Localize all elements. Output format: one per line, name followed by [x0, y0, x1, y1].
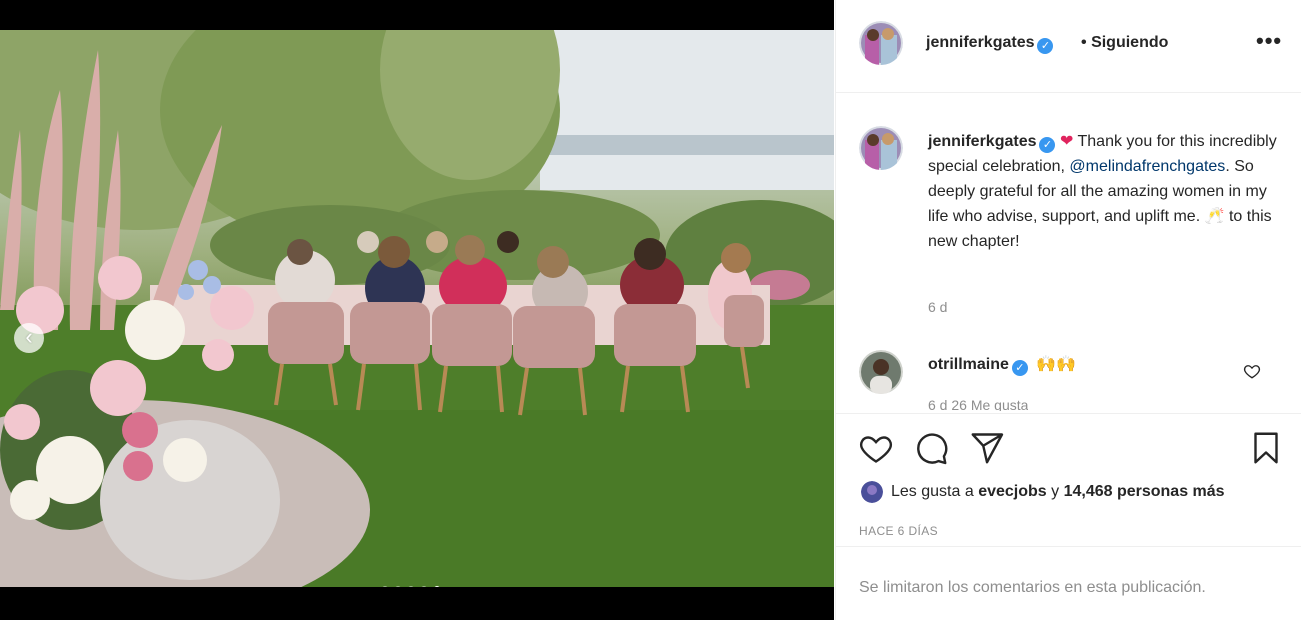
- post-panel: jenniferkgates ✓ • Siguiendo ••• jennifer…: [835, 0, 1301, 620]
- photo-scene: [0, 30, 834, 587]
- comment-heart-icon[interactable]: [1243, 362, 1261, 380]
- carousel-dot: [382, 586, 388, 587]
- carousel-prev-button[interactable]: ‹: [14, 323, 44, 353]
- following-button[interactable]: Siguiendo: [1091, 34, 1168, 51]
- avatar-image: [859, 126, 903, 170]
- caption-username[interactable]: jenniferkgates: [928, 133, 1036, 150]
- verified-badge-icon: ✓: [1039, 137, 1056, 153]
- post-photo[interactable]: ‹: [0, 30, 834, 587]
- carousel-dot-active: [434, 586, 440, 587]
- commenter-username[interactable]: otrillmaine: [928, 356, 1009, 373]
- comments-limited-notice: Se limitaron los comentarios en esta pub…: [859, 579, 1206, 596]
- follow-separator: •: [1081, 34, 1087, 51]
- likes-prefix: Les gusta a: [891, 483, 974, 500]
- carousel-dot: [421, 586, 427, 587]
- chevron-left-icon: ‹: [25, 324, 33, 349]
- commenter-avatar[interactable]: [859, 350, 903, 394]
- avatar-image: [859, 350, 903, 394]
- liker-avatar[interactable]: [861, 481, 883, 503]
- verified-badge-icon: ✓: [1037, 38, 1054, 54]
- author-avatar[interactable]: [859, 21, 903, 65]
- carousel-dot: [408, 586, 414, 587]
- caption-text: jenniferkgates ✓ ❤ Thank you for this inc…: [928, 129, 1278, 254]
- post-media: ‹: [0, 0, 834, 620]
- bookmark-icon[interactable]: [1248, 430, 1284, 466]
- comment-icon[interactable]: [913, 430, 949, 466]
- post-header: jenniferkgates ✓ • Siguiendo •••: [836, 0, 1301, 93]
- carousel-indicator: [382, 586, 440, 587]
- caption-author-avatar[interactable]: [859, 126, 903, 170]
- comments-section: jenniferkgates ✓ ❤ Thank you for this inc…: [836, 92, 1301, 412]
- heart-emoji: ❤: [1059, 133, 1074, 150]
- avatar-image: [861, 481, 883, 503]
- author-username[interactable]: jenniferkgates ✓: [926, 34, 1054, 54]
- action-bar: Les gusta a evecjobs y 14,468 personas m…: [836, 413, 1301, 547]
- liker-username[interactable]: evecjobs: [978, 483, 1046, 501]
- likes-count[interactable]: 14,468 personas más: [1064, 483, 1225, 501]
- comment-footer: Se limitaron los comentarios en esta pub…: [836, 546, 1301, 621]
- likes-summary: Les gusta a evecjobs y 14,468 personas m…: [861, 481, 1225, 503]
- caption-time[interactable]: 6 d: [928, 299, 947, 315]
- comment-line: otrillmaine ✓ 🙌🙌: [928, 354, 1076, 376]
- caption-mention-link[interactable]: @melindafrenchgates: [1069, 158, 1225, 175]
- likes-middle: y: [1051, 483, 1060, 500]
- author-username-text[interactable]: jenniferkgates: [926, 34, 1034, 51]
- comment-meta: 6 d 26 Me gusta: [928, 397, 1029, 411]
- comment-text: 🙌🙌: [1036, 356, 1077, 373]
- heart-icon[interactable]: [858, 430, 894, 466]
- verified-badge-icon: ✓: [1011, 360, 1028, 376]
- follow-status[interactable]: • Siguiendo: [1081, 34, 1168, 52]
- carousel-dot: [395, 586, 401, 587]
- more-icon[interactable]: •••: [1256, 28, 1282, 54]
- share-icon[interactable]: [969, 430, 1005, 466]
- post-timestamp[interactable]: HACE 6 DÍAS: [859, 524, 938, 538]
- avatar-image: [859, 21, 903, 65]
